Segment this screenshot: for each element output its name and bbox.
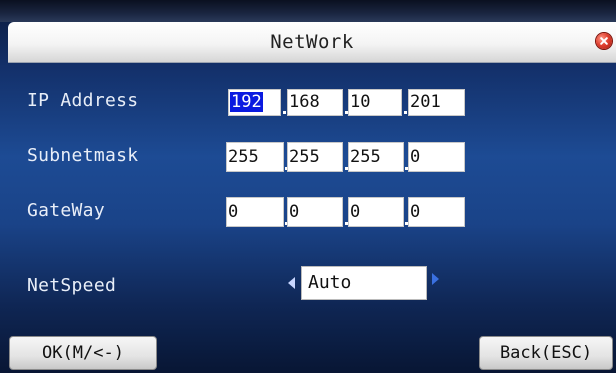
dialog-title: NetWork <box>270 31 354 53</box>
subnetmask-label: Subnetmask <box>27 145 139 166</box>
ip-address-label: IP Address <box>27 90 139 111</box>
back-button[interactable]: Back(ESC) <box>479 336 613 370</box>
ip-octet-1-value: 192 <box>230 92 263 112</box>
screen: NetWork IP Address 192 168 10 201 Subnet… <box>0 0 616 373</box>
subnet-octet-3[interactable]: 255 <box>348 142 404 172</box>
subnet-octet-4[interactable]: 0 <box>408 142 465 172</box>
arrow-left-icon[interactable] <box>288 277 295 289</box>
ip-dot-1 <box>283 111 286 114</box>
ok-button[interactable]: OK(M/<-) <box>9 336 157 370</box>
top-bar <box>0 0 616 22</box>
subnet-octet-1[interactable]: 255 <box>226 142 284 172</box>
netspeed-select[interactable]: Auto <box>301 266 427 300</box>
ip-octet-4[interactable]: 201 <box>408 89 465 116</box>
ip-octet-1[interactable]: 192 <box>228 89 281 116</box>
ip-octet-2[interactable]: 168 <box>287 89 343 116</box>
netspeed-label: NetSpeed <box>27 275 117 296</box>
close-icon[interactable] <box>596 33 612 49</box>
gateway-label: GateWay <box>27 200 105 221</box>
gateway-octet-3[interactable]: 0 <box>348 197 404 227</box>
gateway-octet-2[interactable]: 0 <box>287 197 343 227</box>
subnet-octet-2[interactable]: 255 <box>287 142 343 172</box>
gateway-octet-1[interactable]: 0 <box>226 197 284 227</box>
gateway-octet-4[interactable]: 0 <box>408 197 465 227</box>
ip-octet-3[interactable]: 10 <box>348 89 402 116</box>
ip-dot-3 <box>404 111 407 114</box>
title-bar: NetWork <box>8 22 616 63</box>
arrow-right-icon[interactable] <box>432 273 439 285</box>
